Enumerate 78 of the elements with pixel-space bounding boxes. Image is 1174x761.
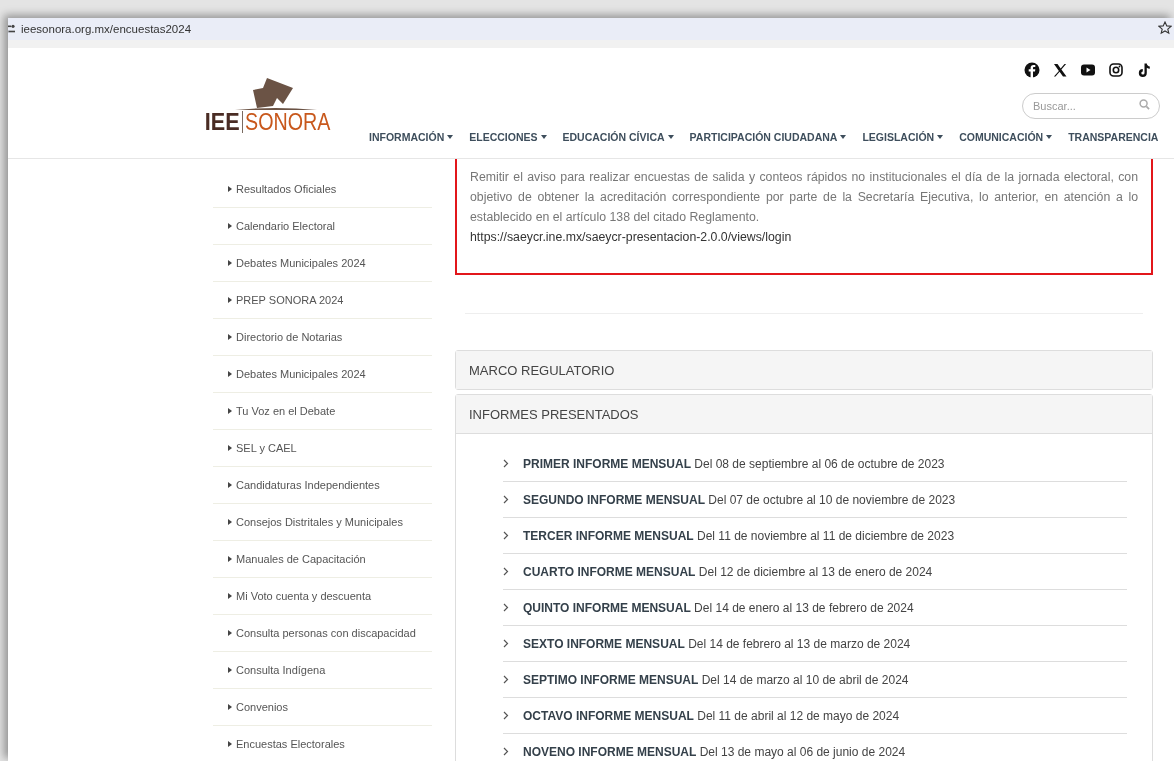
triangle-icon [228,334,232,340]
chevron-icon [503,747,509,756]
sidebar-link[interactable]: Directorio de Notarias [236,331,343,343]
sidebar-link[interactable]: Convenios [236,701,288,713]
triangle-icon [228,556,232,562]
nav-menu-item[interactable]: ELECCIONES [461,131,555,143]
chevron-icon [503,531,509,540]
sidebar-link[interactable]: Consulta Indígena [236,664,326,676]
bookmark-star-icon[interactable] [1158,21,1172,35]
sidebar-link[interactable]: Tu Voz en el Debate [236,405,336,417]
report-link[interactable]: OCTAVO INFORME MENSUAL Del 11 de abril al 12 de mayo de 2024 [523,708,900,723]
facebook-icon[interactable] [1024,62,1040,78]
report-link[interactable]: SEPTIMO INFORME MENSUAL Del 14 de marzo al 10 de abril de 2024 [523,672,909,687]
nav-menu-item[interactable]: EDUCACIÓN CÍVICA [554,131,682,143]
notice-text: Remitir el aviso para realizar encuestas de salida y conteos rápidos no institucionales el día de la jornada electoral, con objetivo de obtener la acreditación correspondiente por parte de la Secretaría Ejecutiva, lo anterior, en atención a lo establecido en el artículo 138 del citado Reglamento. [470,169,1138,226]
sidebar-link[interactable]: Mi Voto cuenta y descuenta [236,590,372,602]
triangle-icon [228,186,232,192]
triangle-icon [228,630,232,636]
logo-text: SONORA [244,110,331,134]
triangle-icon [228,519,232,525]
caret-icon [937,135,944,139]
sidebar-link[interactable]: Calendario Electoral [236,220,336,232]
report-link[interactable]: PRIMER INFORME MENSUAL Del 08 de septiembre al 06 de octubre de 2023 [523,456,945,471]
sidebar-link[interactable]: Debates Municipales 2024 [236,368,366,380]
triangle-icon [228,445,232,451]
sidebar-link[interactable]: Manuales de Capacitación [236,553,366,565]
sidebar-link[interactable]: PREP SONORA 2024 [236,294,344,306]
sidebar-link[interactable]: Resultados Oficiales [236,183,337,195]
caret-icon [667,135,674,139]
triangle-icon [228,667,232,673]
report-link[interactable]: CUARTO INFORME MENSUAL Del 12 de diciembre al 13 de enero de 2024 [523,564,933,579]
caret-icon [1046,135,1053,139]
logo-text: IEE [205,110,240,134]
triangle-icon [228,223,232,229]
sidebar-link[interactable]: Consejos Distritales y Municipales [236,516,403,528]
accordion-header[interactable]: INFORMES PRESENTADOS [456,395,1152,434]
chevron-icon [503,459,509,468]
caret-icon [447,135,454,139]
triangle-icon [228,297,232,303]
sidebar-link[interactable]: Debates Municipales 2024 [236,257,366,269]
address-bar-url[interactable]: ieesonora.org.mx/encuestas2024 [21,23,192,35]
chevron-icon [503,675,509,684]
caret-icon [540,135,547,139]
triangle-icon [228,408,232,414]
chevron-icon [503,603,509,612]
report-link[interactable]: NOVENO INFORME MENSUAL Del 13 de mayo al 06 de junio de 2024 [523,744,906,759]
chevron-icon [503,639,509,648]
music-note-icon[interactable] [1136,62,1152,78]
play-icon[interactable] [1080,62,1096,78]
triangle-icon [228,593,232,599]
report-link[interactable]: SEGUNDO INFORME MENSUAL Del 07 de octubre al 10 de noviembre de 2023 [523,492,956,507]
site-settings-icon[interactable] [8,24,15,34]
report-link[interactable]: TERCER INFORME MENSUAL Del 11 de noviembre al 11 de diciembre de 2023 [523,528,955,543]
nav-menu-item[interactable]: PARTICIPACIÓN CIUDADANA [681,131,855,143]
triangle-icon [228,482,232,488]
triangle-icon [228,260,232,266]
camera-icon[interactable] [1108,62,1124,78]
triangle-icon [228,704,232,710]
caret-icon [840,135,847,139]
report-link[interactable]: QUINTO INFORME MENSUAL Del 14 de enero al 13 de febrero de 2024 [523,600,914,615]
chevron-icon [503,567,509,576]
nav-menu-item[interactable]: INFORMACIÓN [361,131,462,143]
report-link[interactable]: SEXTO INFORME MENSUAL Del 14 de febrero al 13 de marzo de 2024 [523,636,911,651]
x-icon[interactable] [1052,62,1068,78]
search-field[interactable]: Buscar... [1022,93,1160,119]
accordion-header[interactable]: MARCO REGULATORIO [456,351,1152,389]
sidebar-link[interactable]: SEL y CAEL [236,442,297,454]
chevron-icon [503,711,509,720]
notice-link[interactable]: https://saeycr.ine.mx/saeycr-presentacion-2.0.0/views/login [470,230,792,244]
sidebar-link[interactable]: Consulta personas con discapacidad [236,627,416,639]
triangle-icon [228,371,232,377]
triangle-icon [228,741,232,747]
nav-menu-item[interactable]: TRANSPARENCIA [1060,131,1167,143]
sidebar-link[interactable]: Encuestas Electorales [236,738,345,750]
chevron-icon [503,495,509,504]
nav-menu-item[interactable]: COMUNICACIÓN [951,131,1061,143]
sidebar-link[interactable]: Candidaturas Independientes [236,479,380,491]
nav-menu-item[interactable]: LEGISLACIÓN [854,131,952,143]
